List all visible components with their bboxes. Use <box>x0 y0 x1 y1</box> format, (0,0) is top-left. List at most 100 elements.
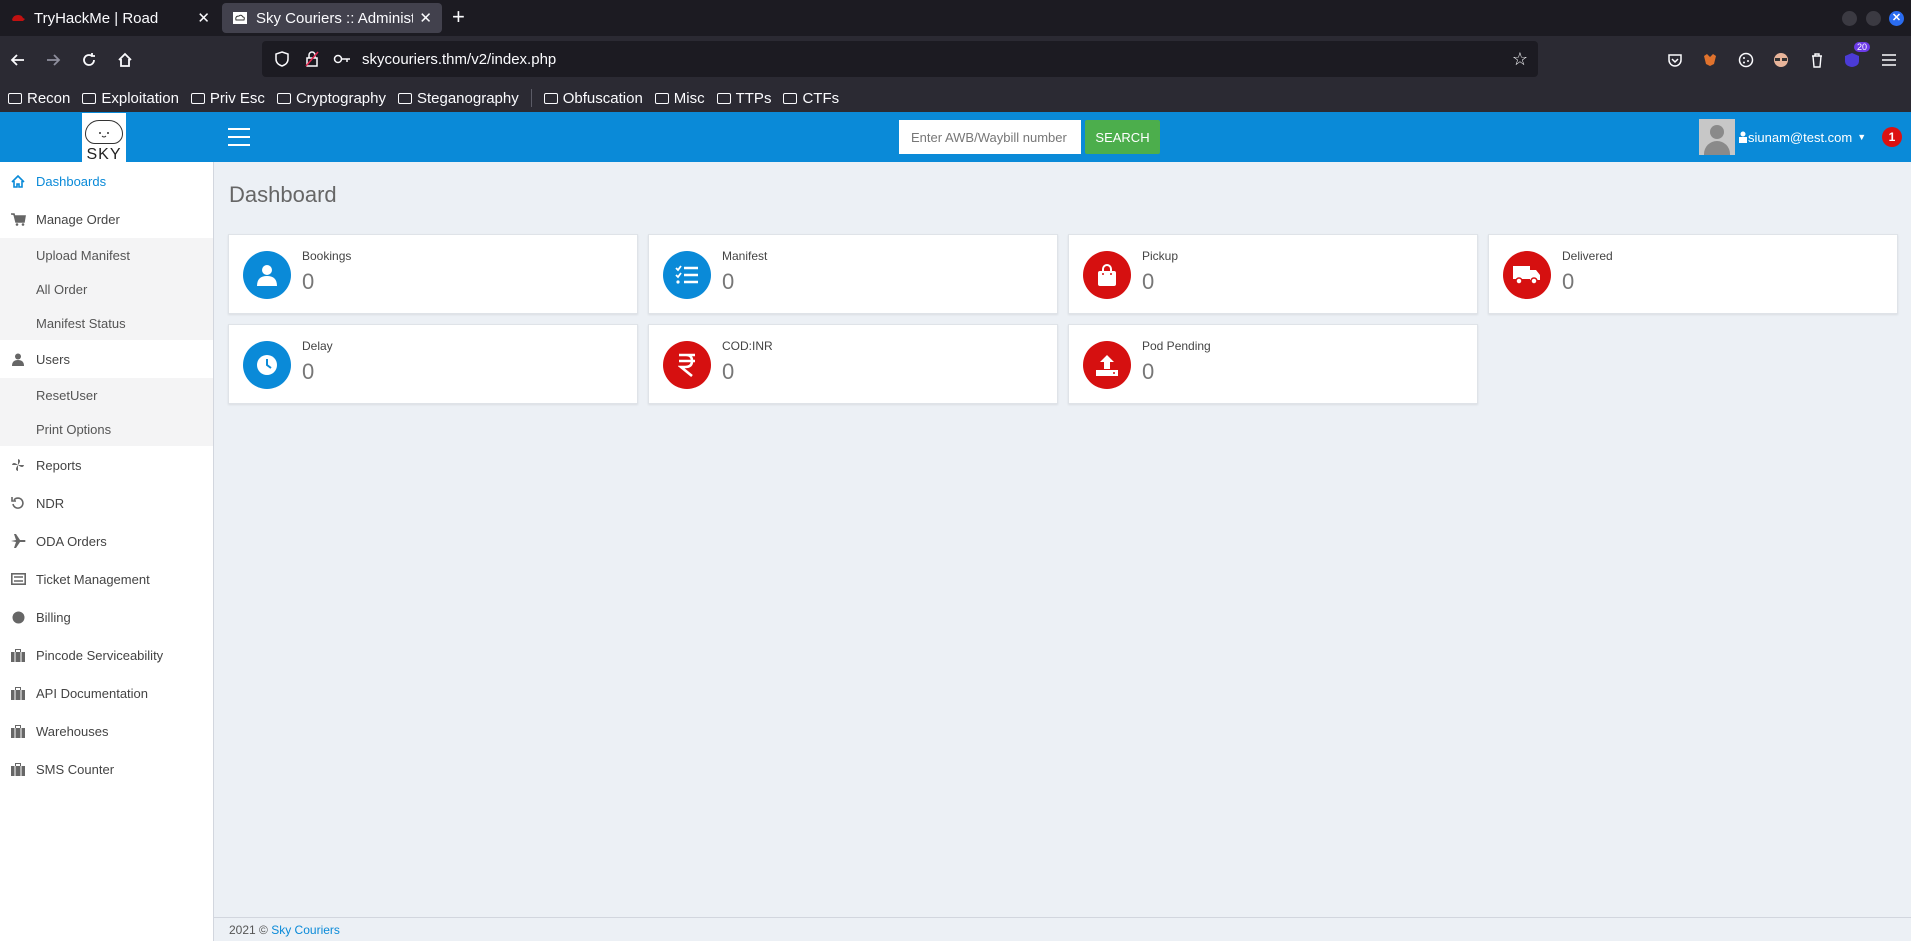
new-tab-button[interactable]: + <box>452 6 465 28</box>
sidebar-item-api-documentation[interactable]: API Documentation <box>0 674 213 712</box>
bookmark-folder[interactable]: Steganography <box>397 90 519 107</box>
reload-icon[interactable] <box>77 48 101 72</box>
home-icon <box>10 174 26 188</box>
menu-icon[interactable] <box>1879 50 1899 70</box>
stat-card-manifest[interactable]: Manifest 0 <box>648 234 1058 314</box>
sidebar-item-billing[interactable]: Billing <box>0 598 213 636</box>
folder-icon <box>716 92 731 104</box>
bookmark-star-icon[interactable]: ☆ <box>1512 49 1528 70</box>
page-footer: 2021 © Sky Couriers <box>214 917 1911 941</box>
footer-company-link[interactable]: Sky Couriers <box>271 923 340 937</box>
footer-copyright: 2021 © <box>229 923 272 937</box>
home-icon[interactable] <box>113 48 137 72</box>
sidebar-item-oda-orders[interactable]: ODA Orders <box>0 522 213 560</box>
sidebar-item-warehouses[interactable]: Warehouses <box>0 712 213 750</box>
bookmarks-toolbar: Recon Exploitation Priv Esc Cryptography… <box>0 84 1911 112</box>
cloud-favicon-icon <box>233 12 247 24</box>
folder-icon <box>190 92 205 104</box>
sidebar-toggle-icon[interactable] <box>228 128 250 146</box>
stat-label: Delay <box>302 339 333 353</box>
pinwheel-icon <box>10 458 26 472</box>
stat-value: 0 <box>1142 359 1155 384</box>
stat-card-pickup[interactable]: Pickup 0 <box>1068 234 1478 314</box>
stat-card-delay[interactable]: Delay 0 <box>228 324 638 404</box>
address-bar[interactable]: skycouriers.thm/v2/index.php ☆ <box>262 41 1538 77</box>
key-icon[interactable] <box>332 49 352 69</box>
bookmark-folder[interactable]: TTPs <box>716 90 771 107</box>
bookmark-folder[interactable]: Recon <box>8 90 70 107</box>
trash-extension-icon[interactable] <box>1807 50 1827 70</box>
user-lock-icon <box>1739 131 1747 143</box>
folder-icon <box>543 92 558 104</box>
sky-logo[interactable]: SKY <box>82 113 126 163</box>
stat-card-delivered[interactable]: Delivered 0 <box>1488 234 1898 314</box>
sidebar-item-ticket-management[interactable]: Ticket Management <box>0 560 213 598</box>
browser-nav-bar: skycouriers.thm/v2/index.php ☆ 20 <box>0 36 1911 84</box>
close-tab-icon[interactable]: ✕ <box>197 9 210 27</box>
foxyproxy-icon[interactable] <box>1700 50 1720 70</box>
stat-card-bookings[interactable]: Bookings 0 <box>228 234 638 314</box>
pocket-icon[interactable] <box>1665 50 1685 70</box>
sidebar-item-ndr[interactable]: NDR <box>0 484 213 522</box>
sidebar-item-all-order[interactable]: All Order <box>0 272 213 306</box>
bookmark-folder[interactable]: Obfuscation <box>543 90 643 107</box>
shield-icon[interactable] <box>272 49 292 69</box>
url-text[interactable]: skycouriers.thm/v2/index.php <box>362 51 1512 68</box>
page-title: Dashboard <box>229 182 337 207</box>
extension-count-badge: 20 <box>1853 42 1870 52</box>
maximize-window-button[interactable] <box>1866 11 1881 26</box>
bookmark-folder[interactable]: Exploitation <box>82 90 179 107</box>
bookmark-folder[interactable]: Misc <box>654 90 705 107</box>
manage-order-submenu: Upload Manifest All Order Manifest Statu… <box>0 238 213 340</box>
forward-arrow-icon[interactable] <box>41 48 65 72</box>
stat-value: 0 <box>1142 269 1155 294</box>
stat-value: 0 <box>302 269 315 294</box>
undo-icon <box>10 496 26 510</box>
search-button[interactable]: SEARCH <box>1085 120 1160 154</box>
sidebar-item-manifest-status[interactable]: Manifest Status <box>0 306 213 340</box>
truck-icon <box>1503 251 1551 299</box>
user-menu[interactable]: siunam@test.com ▼ <box>1699 119 1866 155</box>
cookie-icon[interactable] <box>1736 50 1756 70</box>
minimize-window-button[interactable] <box>1842 11 1857 26</box>
stat-card-cod-inr[interactable]: COD:INR 0 <box>648 324 1058 404</box>
stat-label: Delivered <box>1562 249 1613 263</box>
cloud-icon <box>85 120 123 144</box>
folder-icon <box>783 92 798 104</box>
sidebar-item-sms-counter[interactable]: SMS Counter <box>0 750 213 788</box>
ublock-extension-icon[interactable]: 20 <box>1842 42 1870 70</box>
insecure-lock-icon[interactable] <box>302 49 322 69</box>
logo-text: SKY <box>86 146 122 163</box>
spy-extension-icon[interactable] <box>1771 50 1791 70</box>
stat-label: Bookings <box>302 249 352 263</box>
browser-tab-tryhackme[interactable]: TryHackMe | Road ✕ <box>0 3 220 33</box>
notification-badge[interactable]: 1 <box>1882 127 1902 147</box>
sidebar-item-pincode-serviceability[interactable]: Pincode Serviceability <box>0 636 213 674</box>
caret-down-icon: ▼ <box>1857 132 1867 142</box>
sidebar-item-users[interactable]: Users <box>0 340 213 378</box>
back-arrow-icon[interactable] <box>6 48 30 72</box>
app-header: SKY SEARCH siunam@test.com ▼ 1 <box>0 112 1911 163</box>
list-check-icon <box>663 251 711 299</box>
sidebar-item-reports[interactable]: Reports <box>0 446 213 484</box>
briefcase-icon <box>10 724 26 738</box>
stat-value: 0 <box>302 359 315 384</box>
plane-icon <box>10 534 26 548</box>
briefcase-icon <box>10 686 26 700</box>
users-submenu: ResetUser Print Options <box>0 378 213 446</box>
sidebar-item-manage-order[interactable]: Manage Order <box>0 200 213 238</box>
briefcase-icon <box>10 762 26 776</box>
close-window-button[interactable]: ✕ <box>1889 11 1904 26</box>
bookmark-folder[interactable]: Cryptography <box>276 90 386 107</box>
awb-search-input[interactable] <box>899 120 1081 154</box>
stat-card-pod-pending[interactable]: Pod Pending 0 <box>1068 324 1478 404</box>
browser-tab-sky-couriers[interactable]: Sky Couriers :: Administra ✕ <box>222 3 442 33</box>
sidebar-item-print-options[interactable]: Print Options <box>0 412 213 446</box>
sidebar-item-dashboards[interactable]: Dashboards <box>0 162 213 200</box>
bookmark-folder[interactable]: Priv Esc <box>190 90 265 107</box>
circle-icon <box>10 611 26 624</box>
close-tab-icon[interactable]: ✕ <box>419 9 432 27</box>
sidebar-item-upload-manifest[interactable]: Upload Manifest <box>0 238 213 272</box>
sidebar-item-reset-user[interactable]: ResetUser <box>0 378 213 412</box>
bookmark-folder[interactable]: CTFs <box>783 90 839 107</box>
